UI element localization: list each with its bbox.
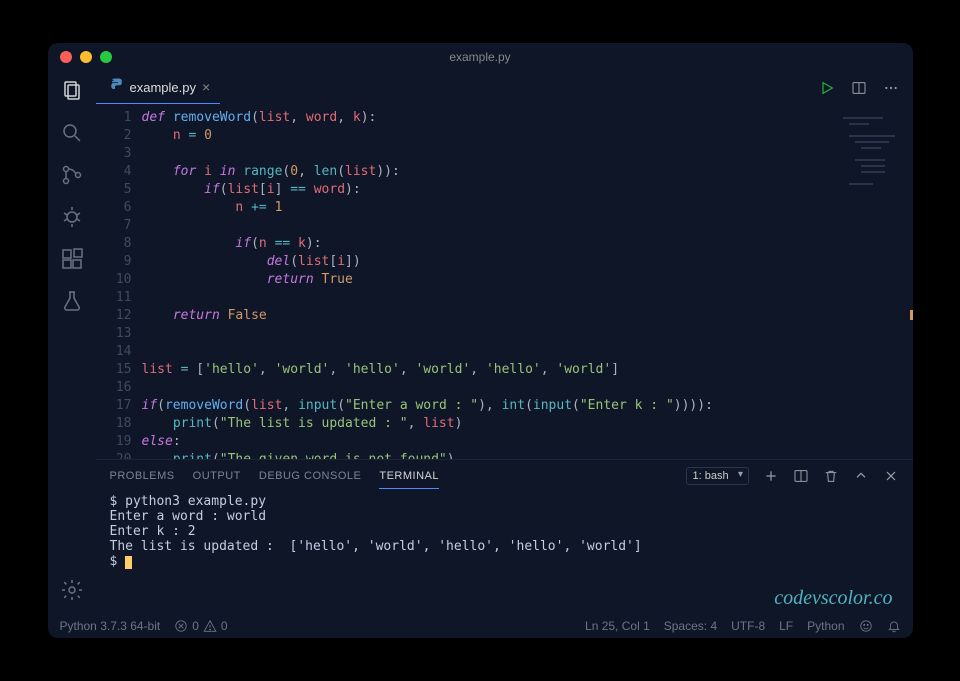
new-terminal-icon[interactable] — [763, 468, 779, 484]
tab-close-icon[interactable]: × — [202, 79, 210, 95]
bottom-panel: PROBLEMS OUTPUT DEBUG CONSOLE TERMINAL 1… — [96, 459, 913, 614]
status-interpreter[interactable]: Python 3.7.3 64-bit — [60, 619, 161, 633]
split-editor-icon[interactable] — [851, 80, 867, 96]
minimap[interactable] — [837, 111, 907, 201]
explorer-icon[interactable] — [60, 79, 84, 103]
kill-terminal-icon[interactable] — [823, 468, 839, 484]
panel-tab-problems[interactable]: PROBLEMS — [110, 470, 175, 482]
traffic-lights — [60, 51, 112, 63]
close-panel-icon[interactable] — [883, 468, 899, 484]
status-eol[interactable]: LF — [779, 619, 793, 633]
code-editor[interactable]: 1234567891011121314151617181920 def remo… — [96, 105, 913, 459]
beaker-icon[interactable] — [60, 289, 84, 313]
line-number-gutter: 1234567891011121314151617181920 — [96, 105, 142, 459]
split-terminal-icon[interactable] — [793, 468, 809, 484]
panel-tabs: PROBLEMS OUTPUT DEBUG CONSOLE TERMINAL 1… — [96, 460, 913, 492]
search-icon[interactable] — [60, 121, 84, 145]
debug-icon[interactable] — [60, 205, 84, 229]
source-control-icon[interactable] — [60, 163, 84, 187]
status-cursor-position[interactable]: Ln 25, Col 1 — [585, 619, 650, 633]
extensions-icon[interactable] — [60, 247, 84, 271]
terminal-content[interactable]: $ python3 example.pyEnter a word : world… — [96, 492, 913, 614]
window-title: example.py — [48, 50, 913, 64]
editor-actions — [819, 71, 913, 104]
maximize-window-button[interactable] — [100, 51, 112, 63]
tab-bar: example.py × — [96, 71, 913, 105]
maximize-panel-icon[interactable] — [853, 468, 869, 484]
titlebar: example.py — [48, 43, 913, 71]
run-button[interactable] — [819, 80, 835, 96]
status-indentation[interactable]: Spaces: 4 — [664, 619, 717, 633]
more-actions-icon[interactable] — [883, 80, 899, 96]
tab-example-py[interactable]: example.py × — [96, 71, 221, 104]
overview-ruler-marker — [910, 310, 913, 320]
panel-tab-debug-console[interactable]: DEBUG CONSOLE — [259, 470, 361, 482]
close-window-button[interactable] — [60, 51, 72, 63]
status-feedback-icon[interactable] — [859, 619, 873, 633]
gear-icon[interactable] — [60, 578, 84, 602]
status-bar: Python 3.7.3 64-bit 0 0 Ln 25, Col 1 Spa… — [48, 614, 913, 638]
vscode-window: example.py — [48, 43, 913, 638]
terminal-select[interactable]: 1: bash — [686, 467, 749, 485]
activity-bar — [48, 71, 96, 614]
status-bell-icon[interactable] — [887, 619, 901, 633]
status-encoding[interactable]: UTF-8 — [731, 619, 765, 633]
python-file-icon — [106, 77, 124, 98]
code-content[interactable]: def removeWord(list, word, k): n = 0 for… — [142, 105, 913, 459]
status-language[interactable]: Python — [807, 619, 844, 633]
status-problems[interactable]: 0 0 — [174, 619, 227, 633]
tab-label: example.py — [130, 80, 196, 95]
panel-tab-output[interactable]: OUTPUT — [193, 470, 241, 482]
panel-tab-terminal[interactable]: TERMINAL — [379, 470, 439, 489]
minimize-window-button[interactable] — [80, 51, 92, 63]
